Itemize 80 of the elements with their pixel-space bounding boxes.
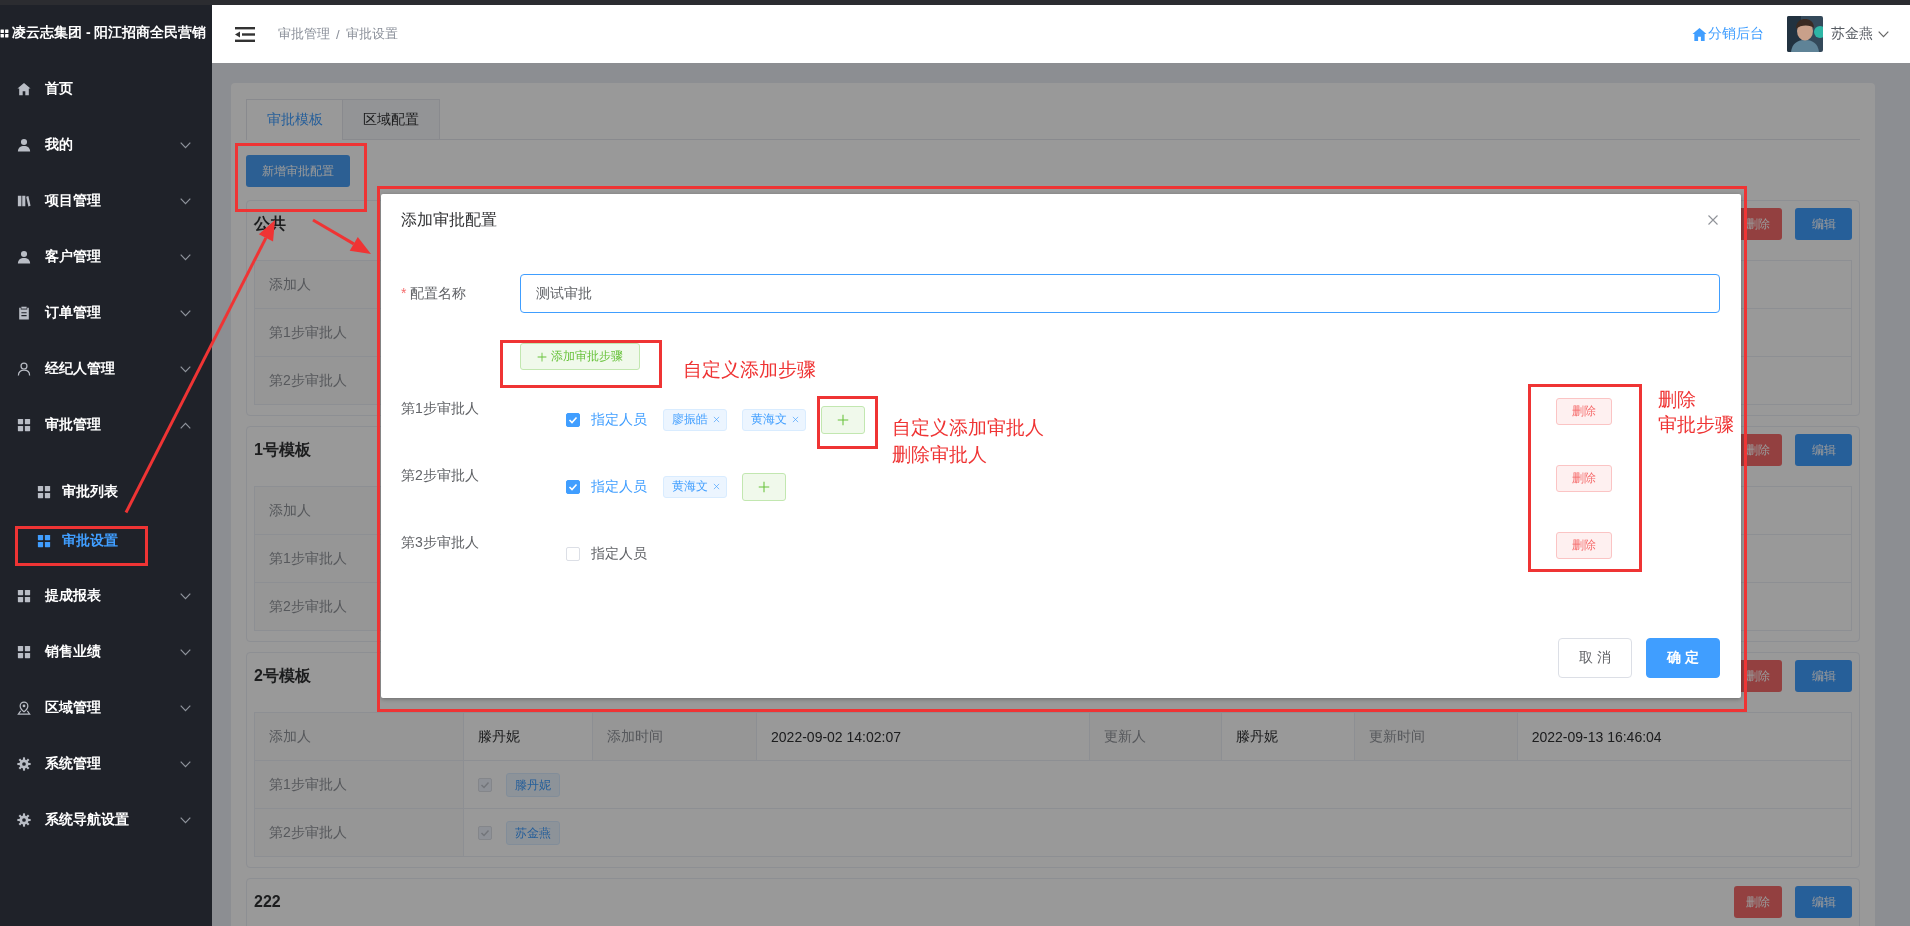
grid-icon [37,484,51,499]
table-cell: 2022-09-13 16:46:04 [1517,713,1852,761]
menu-item[interactable]: 系统导航设置 [0,792,212,848]
menu-item[interactable]: 提成报表 [0,568,212,624]
annotation-text: 删除 [1658,388,1697,412]
menu-icon[interactable] [235,26,255,42]
table-cell: 添加人 [255,713,464,761]
breadcrumb-link[interactable]: 审批管理 [278,25,330,43]
add-approver-button[interactable] [742,472,786,501]
breadcrumb-separator: / [336,26,340,42]
name-tag: 滕丹妮 [505,772,560,797]
submenu-item[interactable]: 审批列表 [0,467,212,516]
chevron-down-icon [1878,30,1889,38]
user-icon [17,362,31,376]
template-title: 1号模板 [254,439,311,460]
user-icon [17,250,31,264]
plus-icon [758,480,770,493]
close-icon[interactable] [792,416,799,423]
breadcrumb-current: 审批设置 [345,25,398,43]
close-icon[interactable] [713,416,720,423]
app-title: 凌云志集团 - 阳江招商全民营销 [12,24,207,42]
check-icon [568,481,578,492]
add-approver-button[interactable] [821,405,865,434]
tag-label: 黄海文 [672,478,708,495]
checkbox-label[interactable]: 指定人员 [591,477,647,496]
columns-icon [17,194,31,208]
checkbox-label[interactable]: 指定人员 [591,410,647,429]
gear-icon [17,757,31,771]
tag-label: 黄海文 [751,411,787,428]
grid-icon [17,645,31,659]
template-title: 2号模板 [254,665,311,686]
cancel-button[interactable]: 取 消 [1558,638,1632,678]
dialog-title: 添加审批配置 [401,209,498,230]
grid-icon [37,533,51,548]
plus-icon [837,413,849,426]
menu-item[interactable]: 区域管理 [0,680,212,736]
template-title: 222 [254,893,281,911]
location-pin-icon [17,701,31,715]
grid-icon [17,418,31,432]
step-label: 第2步审批人 [401,466,480,485]
close-icon[interactable] [1707,214,1719,226]
menu-item[interactable]: 项目管理 [0,173,212,229]
table-cell: 第2步审批人 [255,809,464,857]
tag-label: 廖振皓 [672,411,708,428]
table-cell: 更新时间 [1354,713,1518,761]
logo-icon [0,28,9,38]
annotation-text: 自定义添加审批人 [892,415,1044,440]
menu-item[interactable]: 审批管理 [0,397,212,453]
checkbox-label[interactable]: 指定人员 [591,544,647,563]
close-icon[interactable] [713,483,720,490]
checkbox[interactable] [566,479,580,494]
checkbox[interactable] [566,412,580,427]
menu-item[interactable]: 客户管理 [0,229,212,285]
portal-link[interactable]: 分销后台 [1692,25,1764,43]
name-tag: 苏金燕 [505,820,560,845]
annotation-text: 删除审批人 [892,442,988,467]
clipboard-icon [17,306,31,320]
grid-icon [17,589,31,603]
user-name[interactable]: 苏金燕 [1831,25,1873,43]
name-field[interactable]: 测试审批 [520,274,1720,313]
user-icon [17,138,31,152]
check-icon [568,414,578,425]
gear-icon [17,813,31,827]
submenu-item[interactable]: 审批设置 [0,516,212,565]
menu-item[interactable]: 首页 [0,61,212,117]
home-icon [17,82,31,96]
menu-item[interactable]: 系统管理 [0,736,212,792]
table-cell: 添加时间 [593,713,758,761]
menu-item[interactable]: 我的 [0,117,212,173]
table-cell: 滕丹妮 [1222,713,1355,761]
table-cell: 第1步审批人 [255,761,464,809]
annotation-text: 自定义添加步骤 [683,358,816,382]
arrow [312,218,371,254]
tab[interactable]: 区域配置 [343,99,440,140]
menu-item[interactable]: 订单管理 [0,285,212,341]
annotation-text: 审批步骤 [1658,413,1734,437]
menu-item[interactable]: 经纪人管理 [0,341,212,397]
home-icon [1692,26,1707,42]
table-cell: 更新人 [1090,713,1223,761]
menu-item[interactable]: 销售业绩 [0,624,212,680]
